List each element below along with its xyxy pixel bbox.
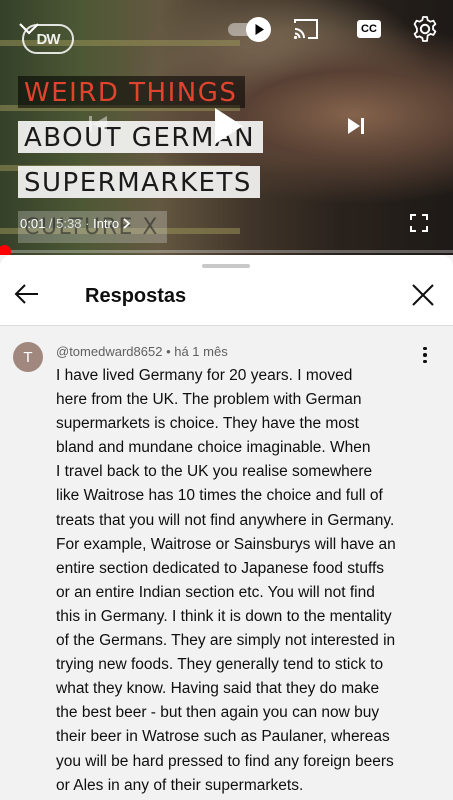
comment-text-line: I travel back to the UK you realise some… (56, 463, 373, 481)
chevron-down-icon[interactable] (16, 18, 42, 40)
comment-text-line: or an entire Indian section etc. You wil… (56, 583, 375, 601)
comment-text-line: supermarkets is choice. They have the mo… (56, 415, 359, 433)
comment-text-line: entire section dedicated to Japanese foo… (56, 559, 385, 577)
comment-author[interactable]: @tomedward8652 (56, 344, 162, 359)
video-player[interactable]: WEIRD THINGS ABOUT GERMAN SUPERMARKETS C… (0, 0, 453, 255)
progress-track[interactable] (0, 250, 453, 253)
comment-text-line: here from the UK. The problem with Germa… (56, 391, 362, 409)
comment-text-line: or Ales in any of their supermarkets. (56, 776, 304, 794)
time-display[interactable]: 0:01 / 5:38 · Intro (20, 214, 131, 232)
comment-meta: @tomedward8652 • há 1 mês (56, 344, 228, 359)
replies-title: Respostas (85, 285, 187, 307)
replies-panel: Respostas T @tomedward8652 • há 1 mês I … (0, 255, 453, 800)
comment-text-line: the best beer - but then again you can n… (56, 704, 380, 722)
comment-text: I have lived Germany for 20 years. I mov… (56, 364, 418, 798)
progress-scrubber-handle[interactable] (0, 245, 11, 255)
play-icon (246, 17, 271, 42)
fullscreen-icon[interactable] (406, 210, 432, 236)
close-icon[interactable] (411, 283, 437, 309)
comment-text-line: this in Germany. I think it is down to t… (56, 607, 392, 625)
comment-text-line: treats that you will not find anywhere i… (56, 511, 395, 529)
video-title-line-3: SUPERMARKETS (18, 166, 260, 198)
comment-text-line: what they know. Having said that they do… (56, 680, 380, 698)
autoplay-toggle-icon[interactable] (224, 16, 272, 42)
comment-text-line: of the Germans. They are simply not inte… (56, 632, 396, 650)
comment-text-line: trying new foods. They generally tend to… (56, 656, 384, 674)
comment-age: há 1 mês (174, 344, 228, 359)
skip-previous-icon[interactable] (78, 104, 118, 144)
cast-icon[interactable] (291, 16, 321, 42)
comment-text-line: I have lived Germany for 20 years. I mov… (56, 367, 353, 384)
gear-icon[interactable] (410, 14, 440, 44)
comment-text-line: their beer in Watrose such as Paulaner, … (56, 728, 390, 746)
chapter-title: Intro (93, 215, 120, 231)
cc-icon[interactable]: CC (357, 20, 381, 38)
current-time: 0:01 (20, 215, 46, 231)
comment-text-line: bland and mundane choice imaginable. Whe… (56, 439, 371, 457)
comment-text-line: For example, Waitrose or Sainsburys will… (56, 535, 396, 553)
replies-header: Respostas (0, 255, 453, 326)
skip-next-icon[interactable] (340, 112, 372, 140)
comment-text-line: you will be hard pressed to find any for… (56, 752, 394, 770)
duration: 5:38 (56, 215, 82, 231)
drag-handle[interactable] (202, 264, 250, 268)
avatar[interactable]: T (13, 342, 43, 372)
arrow-left-icon[interactable] (14, 283, 42, 307)
play-icon[interactable] (204, 103, 250, 149)
more-vertical-icon[interactable] (418, 344, 432, 366)
comment-text-line: like Waitrose has 10 times the choice an… (56, 487, 383, 505)
chevron-right-icon (123, 217, 131, 229)
